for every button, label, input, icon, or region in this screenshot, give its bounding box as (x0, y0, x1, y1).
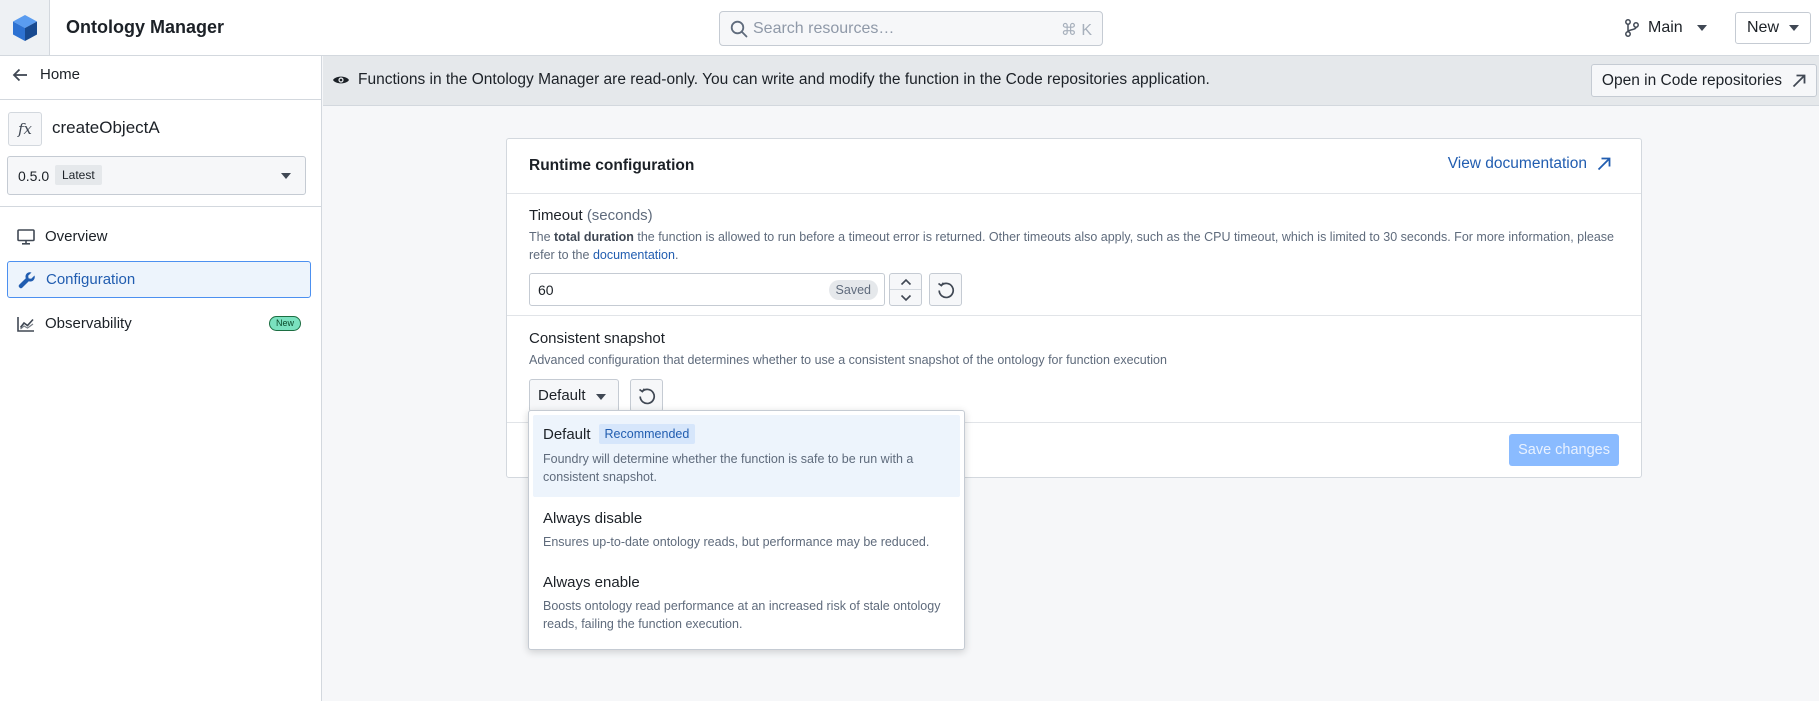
view-documentation-link[interactable]: View documentation (1448, 155, 1611, 173)
new-badge: New (268, 316, 301, 331)
git-branch-icon (1625, 19, 1639, 37)
snapshot-select[interactable]: Default (529, 379, 619, 412)
nav-label: Observability (45, 315, 132, 332)
arrow-left-icon (12, 68, 27, 81)
wrench-icon (18, 271, 35, 288)
nav-item-configuration[interactable]: Configuration (7, 261, 311, 298)
timeout-label: Timeout (seconds) (529, 207, 653, 224)
reset-snapshot-button[interactable] (630, 379, 663, 412)
saved-tag: Saved (828, 280, 878, 300)
cube-icon (12, 14, 37, 41)
snapshot-description: Advanced configuration that determines w… (529, 353, 1167, 367)
chevron-down-icon (596, 394, 606, 400)
divider (507, 193, 1641, 194)
option-title: Default (543, 425, 591, 443)
timeout-unit: (seconds) (586, 207, 653, 224)
documentation-link[interactable]: documentation (593, 248, 675, 262)
branch-label: Main (1648, 19, 1683, 36)
option-description: Boosts ontology read performance at an i… (543, 599, 941, 631)
app-logo[interactable] (0, 0, 50, 55)
app-title: Ontology Manager (66, 17, 225, 37)
search-placeholder: Search resources… (753, 20, 895, 37)
home-link[interactable]: Home (12, 66, 80, 83)
nav-label: Configuration (46, 271, 136, 288)
divider (0, 206, 321, 207)
home-label: Home (40, 66, 81, 83)
search-input[interactable]: Search resources… ⌘ K (719, 11, 1103, 46)
open-in-code-repositories-button[interactable]: Open in Code repositories (1590, 64, 1817, 97)
nav-item-observability[interactable]: Observability New (7, 305, 311, 342)
divider (0, 99, 321, 100)
read-only-banner: Functions in the Ontology Manager are re… (323, 56, 1819, 106)
snapshot-label: Consistent snapshot (529, 330, 665, 347)
top-bar: Ontology Manager Search resources… ⌘ K M… (0, 0, 1819, 56)
branch-selector[interactable]: Main (1624, 12, 1707, 44)
timeout-description: The total duration the function is allow… (529, 228, 1619, 264)
reset-icon (937, 281, 954, 298)
reset-icon (638, 387, 655, 404)
nav-label: Overview (45, 228, 108, 245)
function-name: createObjectA (52, 118, 160, 137)
nav-item-overview[interactable]: Overview (7, 218, 311, 255)
timeout-label-text: Timeout (529, 207, 583, 224)
card-title: Runtime configuration (529, 157, 695, 174)
desc-text: the function is allowed to run before a … (529, 230, 1614, 262)
menu-option-default[interactable]: Default Recommended Foundry will determi… (533, 415, 960, 497)
new-label: New (1746, 19, 1779, 36)
timeout-value: 60 (538, 282, 554, 298)
desc-text: . (674, 248, 679, 262)
view-doc-label: View documentation (1447, 155, 1587, 172)
arrow-top-right-icon (1792, 74, 1806, 87)
timeout-stepper (889, 273, 922, 306)
option-description: Ensures up-to-date ontology reads, but p… (543, 535, 930, 549)
reset-timeout-button[interactable] (929, 273, 962, 306)
decrement-button[interactable] (890, 290, 921, 305)
option-title: Always disable (543, 510, 643, 527)
option-title-row: Default Recommended (543, 424, 950, 444)
snapshot-selected-value: Default (538, 387, 586, 404)
desc-text: The (529, 230, 555, 244)
open-label: Open in Code repositories (1601, 71, 1782, 89)
chevron-down-icon (1789, 25, 1799, 31)
latest-tag: Latest (55, 165, 102, 185)
divider (507, 315, 1641, 316)
snapshot-dropdown-menu: Default Recommended Foundry will determi… (528, 410, 965, 650)
menu-option-always-enable[interactable]: Always enable Boosts ontology read perfo… (533, 565, 960, 645)
eye-icon (333, 76, 349, 84)
version-number: 0.5.0 (18, 168, 50, 184)
chevron-up-icon (900, 278, 911, 285)
chevron-down-icon (1696, 25, 1707, 31)
increment-button[interactable] (890, 274, 921, 289)
version-select[interactable]: 0.5.0 Latest (7, 156, 306, 195)
search-shortcut: ⌘ K (1060, 22, 1092, 39)
banner-message: Functions in the Ontology Manager are re… (358, 71, 1210, 88)
sidebar: Home fx createObjectA 0.5.0 Latest Overv… (0, 56, 322, 701)
save-changes-button[interactable]: Save changes (1509, 434, 1619, 466)
desc-bold: total duration (554, 230, 634, 244)
menu-option-always-disable[interactable]: Always disable Ensures up-to-date ontolo… (533, 501, 960, 561)
recommended-tag: Recommended (598, 424, 696, 444)
chevron-down-icon (281, 173, 291, 179)
option-description: Foundry will determine whether the funct… (543, 452, 914, 484)
banner-message-row: Functions in the Ontology Manager are re… (332, 71, 1210, 89)
arrow-top-right-icon (1597, 157, 1611, 171)
option-title: Always enable (543, 574, 640, 591)
timeout-input[interactable]: 60 Saved (529, 273, 885, 306)
monitor-icon (17, 228, 35, 245)
chart-icon (17, 316, 34, 332)
search-icon (730, 20, 748, 38)
new-button[interactable]: New (1735, 12, 1811, 44)
function-icon: fx (8, 112, 42, 146)
chevron-down-icon (900, 294, 911, 301)
